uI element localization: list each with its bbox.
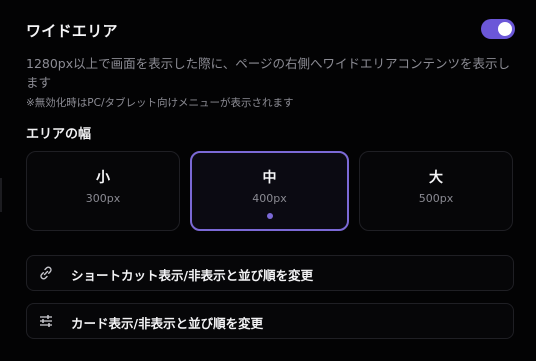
card-settings-button[interactable]: カード表示/非表示と並び順を変更 (26, 303, 514, 339)
wide-area-toggle[interactable] (481, 19, 515, 39)
area-width-option-small[interactable]: 小 300px (26, 151, 180, 231)
wide-area-description: 1280px以上で画面を表示した際に、ページの右側へワイドエリアコンテンツを表示… (26, 56, 511, 90)
wide-area-settings-panel: ワイドエリア 1280px以上で画面を表示した際に、ページの右側へワイドエリアコ… (0, 0, 536, 361)
scroll-edge-indicator (0, 178, 2, 212)
option-px: 400px (252, 192, 287, 205)
wide-area-header: ワイドエリア (26, 18, 516, 42)
area-width-option-large[interactable]: 大 500px (359, 151, 513, 231)
card-settings-label: カード表示/非表示と並び順を変更 (71, 316, 264, 331)
area-width-option-medium[interactable]: 中 400px (190, 151, 349, 231)
area-width-label: エリアの幅 (26, 127, 92, 142)
toggle-knob (498, 22, 512, 36)
option-name: 中 (262, 170, 277, 186)
wide-area-title: ワイドエリア (26, 22, 118, 40)
link-icon (40, 266, 52, 280)
shortcut-settings-button[interactable]: ショートカット表示/非表示と並び順を変更 (26, 255, 514, 291)
selected-dot-icon (266, 213, 273, 219)
option-px: 500px (418, 192, 454, 205)
sliders-icon (40, 315, 52, 327)
shortcut-settings-label: ショートカット表示/非表示と並び順を変更 (71, 268, 314, 283)
wide-area-note: ※無効化時はPC/タブレット向けメニューが表示されます (26, 97, 294, 109)
option-name: 小 (96, 170, 110, 186)
option-px: 300px (85, 192, 121, 205)
option-name: 大 (429, 170, 443, 186)
